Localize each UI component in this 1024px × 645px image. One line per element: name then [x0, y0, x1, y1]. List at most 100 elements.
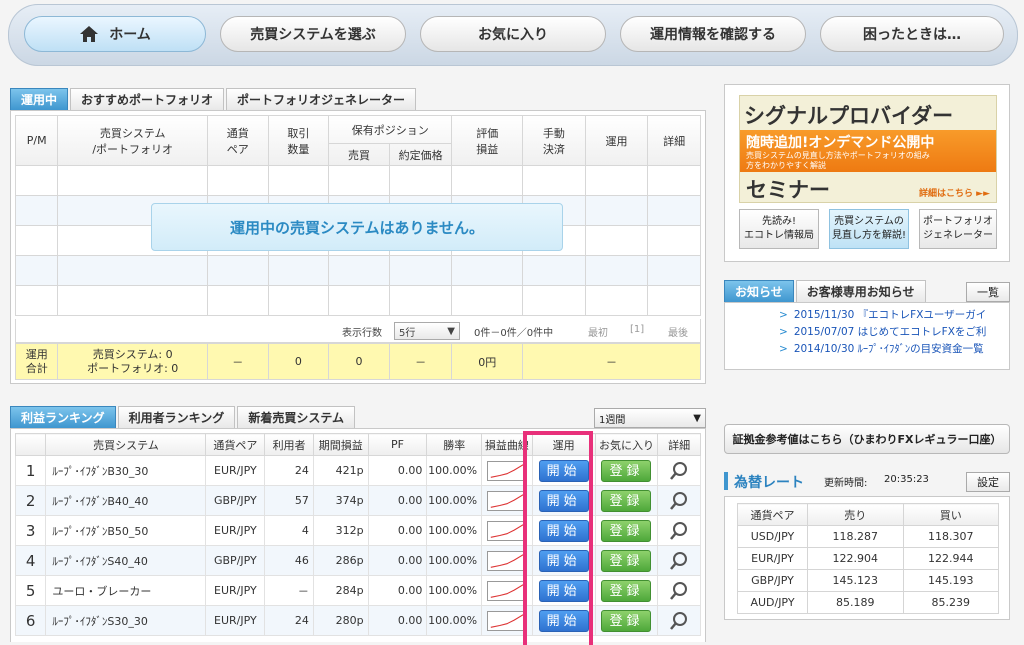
rank-curve-cell [481, 545, 533, 576]
start-button[interactable]: 開始 [538, 609, 589, 632]
tab-user-ranking[interactable]: 利用者ランキング [117, 406, 236, 428]
system-name-link[interactable]: ﾙｰﾌﾟ･ｲﾌﾀﾞﾝB50_50 [45, 515, 207, 546]
rank-run-cell: 開始 [531, 605, 596, 636]
magnifier-icon[interactable] [669, 581, 689, 601]
summary-buysell: 0 [328, 343, 390, 380]
start-button[interactable]: 開始 [538, 459, 589, 482]
tab-generator[interactable]: ポートフォリオジェネレーター [226, 88, 417, 110]
rank-fav-cell: 登録 [594, 455, 659, 486]
seminar-banner-box: シグナルプロバイダー 随時追加!オンデマンド公開中 売買システムの見直し方法やポ… [724, 84, 1010, 262]
register-button[interactable]: 登録 [601, 459, 652, 482]
period-select-value: 1週間 [599, 414, 626, 426]
nav-home-label: ホーム [109, 27, 151, 43]
system-name-link[interactable]: ﾙｰﾌﾟ･ｲﾌﾀﾞﾝB30_30 [45, 455, 207, 486]
news-item[interactable]: >2014/10/30 ﾙｰﾌﾟ･ｲﾌﾀﾞﾝの目安資金一覧 [779, 341, 1009, 358]
rank-pl: 280p [312, 605, 369, 636]
magnifier-icon[interactable] [669, 491, 689, 511]
rows-select[interactable]: 5行 ▼ [394, 322, 460, 340]
rank-tabs: 利益ランキング 利用者ランキング 新着売買システム [10, 406, 357, 428]
rank-fav-cell: 登録 [594, 485, 659, 516]
register-button[interactable]: 登録 [601, 519, 652, 542]
margin-link-button[interactable]: 証拠金参考値はこちら（ひまわりFXレギュラー口座） [724, 424, 1010, 454]
start-button[interactable]: 開始 [538, 579, 589, 602]
arrow-right-icon: > [779, 309, 788, 321]
system-name-link[interactable]: ﾙｰﾌﾟ･ｲﾌﾀﾞﾝS30_30 [45, 605, 207, 636]
rate-row: AUD/JPY 85.189 85.239 [737, 591, 999, 614]
table-row: 5 ユーロ・ブレーカー EUR/JPY － 284p 0.00 100.00% 開始 登録 [14, 575, 701, 606]
tab-profit-ranking[interactable]: 利益ランキング [10, 406, 116, 428]
side-btn-portfolio-generator[interactable]: ポートフォリオ ジェネレーター [919, 209, 997, 249]
nav-home[interactable]: ホーム [24, 16, 206, 52]
side-btn-ecotre-info[interactable]: 先読み! エコトレ情報局 [739, 209, 819, 249]
start-button[interactable]: 開始 [538, 489, 589, 512]
rates-header: 為替レート 更新時間: 20:35:23 設定 [724, 470, 1010, 494]
tab-customer-notice[interactable]: お客様専用お知らせ [795, 280, 926, 302]
magnifier-icon[interactable] [669, 551, 689, 571]
system-name-link[interactable]: ﾙｰﾌﾟ･ｲﾌﾀﾞﾝB40_40 [45, 485, 207, 516]
rates-settings-button[interactable]: 設定 [966, 472, 1010, 492]
register-button[interactable]: 登録 [601, 609, 652, 632]
col-buysell: 売買 [328, 143, 390, 166]
nav-favorites[interactable]: お気に入り [420, 16, 606, 52]
tab-notice[interactable]: お知らせ [724, 280, 794, 302]
news-list-button[interactable]: 一覧 [966, 282, 1010, 302]
equity-curve-thumbnail[interactable] [486, 490, 527, 511]
rates-body: USD/JPY 118.287 118.307 EUR/JPY 122.904 122.9… [737, 525, 999, 614]
magnifier-icon[interactable] [669, 521, 689, 541]
nav-favorites-label: お気に入り [478, 27, 548, 43]
system-name-link[interactable]: ユーロ・ブレーカー [45, 575, 207, 606]
start-button[interactable]: 開始 [538, 519, 589, 542]
pager-last[interactable]: 最後 [668, 324, 688, 339]
rank-col-detail: 詳細 [657, 433, 701, 456]
tab-recommended[interactable]: おすすめポートフォリオ [70, 88, 225, 110]
register-button[interactable]: 登録 [601, 489, 652, 512]
tab-new-systems[interactable]: 新着売買システム [237, 406, 355, 428]
rates-settings-label: 設定 [977, 476, 999, 489]
system-name-link[interactable]: ﾙｰﾌﾟ･ｲﾌﾀﾞﾝS40_40 [45, 545, 207, 576]
nav-help[interactable]: 困ったときは… [820, 16, 1004, 52]
rank-win: 100.00% [426, 485, 483, 516]
rank-pf: 0.00 [367, 455, 428, 486]
magnifier-icon[interactable] [669, 611, 689, 631]
col-position: 保有ポジション [328, 115, 453, 144]
equity-curve-thumbnail[interactable] [486, 580, 527, 601]
summary-price: － [388, 343, 453, 380]
equity-curve-thumbnail[interactable] [486, 610, 527, 631]
rank-fav-cell: 登録 [594, 575, 659, 606]
equity-curve-thumbnail[interactable] [486, 460, 527, 481]
banner-line3: 方をわかりやすく解説 [746, 161, 826, 170]
pager-first[interactable]: 最初 [588, 324, 608, 339]
start-button[interactable]: 開始 [538, 549, 589, 572]
news-item[interactable]: >2015/11/30 『エコトレFXユーザーガイ [779, 307, 1009, 324]
chevron-down-icon: ▼ [447, 325, 455, 337]
nav-ops-info[interactable]: 運用情報を確認する [620, 16, 806, 52]
rank-pair: GBP/JPY [205, 545, 266, 576]
side-btn-review-guide[interactable]: 売買システムの 見直し方を解説! [829, 209, 909, 249]
rank-panel: 売買システム 通貨ペア 利用者 期間損益 PF 勝率 損益曲線 運用 お気に入り… [10, 428, 706, 645]
rank-pf: 0.00 [367, 545, 428, 576]
news-box: >2015/11/30 『エコトレFXユーザーガイ >2015/07/07 はじ… [724, 302, 1010, 370]
rank-curve-cell [481, 455, 533, 486]
col-pair: 通貨 ペア [206, 115, 269, 166]
seminar-banner[interactable]: シグナルプロバイダー 随時追加!オンデマンド公開中 売買システムの見直し方法やポ… [739, 95, 997, 203]
news-list-button-label: 一覧 [977, 286, 999, 299]
equity-curve-thumbnail[interactable] [486, 550, 527, 571]
register-button[interactable]: 登録 [601, 549, 652, 572]
magnifier-icon[interactable] [669, 461, 689, 481]
rank-col-pair: 通貨ペア [205, 433, 266, 456]
rank-number: 5 [14, 575, 47, 606]
pager-page[interactable]: [1] [630, 324, 644, 335]
period-select[interactable]: 1週間 ▼ [594, 408, 706, 428]
rank-pair: EUR/JPY [205, 575, 266, 606]
col-run: 運用 [584, 115, 649, 166]
equity-curve-thumbnail[interactable] [486, 520, 527, 541]
register-button[interactable]: 登録 [601, 579, 652, 602]
col-eval: 評価 損益 [451, 115, 524, 166]
news-item[interactable]: >2015/07/07 はじめてエコトレFXをご利 [779, 324, 1009, 341]
table-row: 1 ﾙｰﾌﾟ･ｲﾌﾀﾞﾝB30_30 EUR/JPY 24 421p 0.00 100.00… [14, 455, 701, 486]
rate-buy: 118.307 [902, 525, 999, 548]
nav-select-system[interactable]: 売買システムを選ぶ [220, 16, 406, 52]
rank-pl: 284p [312, 575, 369, 606]
tab-running[interactable]: 運用中 [10, 88, 69, 110]
col-qty: 取引 数量 [267, 115, 330, 166]
